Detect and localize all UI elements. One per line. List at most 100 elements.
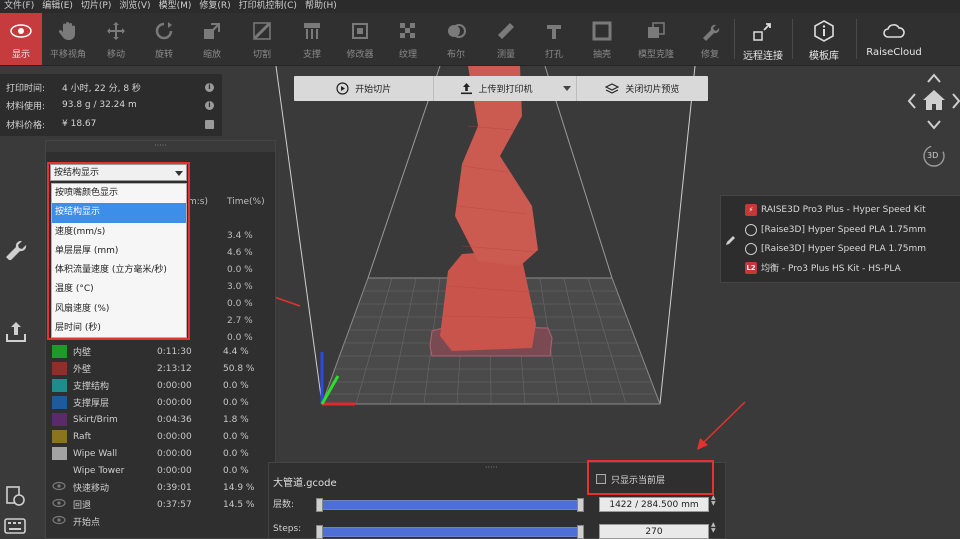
tool-rotate[interactable]: 旋转 [144, 13, 184, 65]
layer-slider-end-handle[interactable] [577, 498, 584, 512]
menu-model[interactable]: 模型(M) [155, 0, 196, 13]
info-icon[interactable]: i [205, 83, 214, 92]
close-preview-button[interactable]: 关闭切片预览 [577, 76, 708, 101]
tool-modifier[interactable]: 修改器 [340, 13, 380, 65]
layer-label: 层数: [273, 500, 295, 510]
tool-raisecloud[interactable]: RaiseCloud [864, 13, 924, 65]
line-type-color-swatch[interactable] [52, 413, 67, 426]
hidden-row-pct: 3.0 % [227, 282, 253, 292]
menu-edit[interactable]: 编辑(E) [38, 0, 77, 13]
line-type-color-swatch[interactable] [52, 430, 67, 443]
edit-icon[interactable] [725, 234, 737, 246]
home-icon[interactable] [923, 90, 945, 110]
layer-slider-start-handle[interactable] [316, 498, 323, 512]
tool-measure[interactable]: 测量 [486, 13, 526, 65]
visibility-eye-icon[interactable] [52, 515, 67, 528]
gcode-file-name: 大管道.gcode [273, 478, 337, 489]
line-type-percent: 0.0 % [223, 397, 249, 408]
menu-view[interactable]: 浏览(V) [115, 0, 154, 13]
drill-icon [542, 19, 566, 43]
tool-move[interactable]: 移动 [96, 13, 136, 65]
layer-value-field[interactable]: 1422 / 284.500 mm [599, 497, 709, 512]
slice-profile-row[interactable]: L2 均衡 - Pro3 Plus HS Kit - HS-PLA [745, 258, 901, 277]
menu-file[interactable]: 文件(F) [0, 0, 38, 13]
save-icon[interactable] [205, 120, 214, 129]
layers-icon [605, 82, 620, 94]
tool-rotate-label: 旋转 [154, 50, 173, 60]
tool-clone[interactable]: 模型克隆 [632, 13, 680, 65]
view-right-icon[interactable] [952, 93, 960, 109]
toolbar-divider [734, 19, 735, 59]
tool-hollow[interactable]: 抽壳 [582, 13, 622, 65]
stats-row: Wipe Tower 0:00:00 0.0 % [52, 462, 273, 479]
visibility-eye-icon[interactable] [52, 498, 67, 511]
tool-display[interactable]: 显示 [0, 13, 42, 65]
filament-label: [Raise3D] Hyper Speed PLA 1.75mm [761, 243, 927, 254]
keyboard-icon[interactable] [4, 518, 26, 537]
tool-model-library[interactable]: 模板库 [800, 13, 848, 65]
filament-row[interactable]: [Raise3D] Hyper Speed PLA 1.75mm [745, 220, 926, 239]
view-left-icon[interactable] [907, 93, 916, 109]
upload-dropdown-button[interactable] [558, 76, 577, 101]
tool-cut[interactable]: 切割 [242, 13, 282, 65]
menu-repair[interactable]: 修复(R) [195, 0, 234, 13]
line-type-color-swatch[interactable] [52, 464, 67, 477]
steps-slider[interactable] [317, 527, 583, 537]
support-icon [300, 19, 324, 43]
tool-scale[interactable]: 缩放 [192, 13, 232, 65]
line-type-color-swatch[interactable] [52, 447, 67, 460]
line-type-percent: 14.5 % [223, 499, 255, 510]
wrench-icon[interactable] [4, 236, 28, 263]
info-icon[interactable]: i [205, 101, 214, 110]
tool-repair[interactable]: 修复 [690, 13, 730, 65]
layer-slider[interactable] [317, 500, 583, 510]
model-lower-body [440, 250, 536, 351]
tool-texture[interactable]: 纹理 [388, 13, 428, 65]
gcode-file-icon[interactable] [4, 485, 26, 510]
filament-row[interactable]: [Raise3D] Hyper Speed PLA 1.75mm [745, 239, 926, 258]
visibility-eye-icon[interactable] [52, 481, 67, 494]
line-type-color-swatch[interactable] [52, 396, 67, 409]
stats-row: Wipe Wall 0:00:00 0.0 % [52, 445, 273, 462]
line-type-percent: 4.4 % [223, 346, 249, 357]
stats-row: 回退 0:37:57 14.5 % [52, 496, 273, 513]
rotate-icon [152, 19, 176, 43]
build-volume-edge [275, 66, 323, 405]
panel-grip[interactable]: ····· [485, 463, 498, 472]
tool-drill[interactable]: 打孔 [534, 13, 574, 65]
line-type-color-swatch[interactable] [52, 362, 67, 375]
export-icon[interactable] [4, 320, 28, 347]
view-down-icon[interactable] [927, 120, 941, 130]
line-type-color-swatch[interactable] [52, 345, 67, 358]
tool-support[interactable]: 支撑 [292, 13, 332, 65]
tool-repair-label: 修复 [700, 50, 719, 60]
line-type-color-swatch[interactable] [52, 379, 67, 392]
tool-pan[interactable]: 平移视角 [44, 13, 92, 65]
menu-help[interactable]: 帮助(H) [301, 0, 341, 13]
start-slice-button[interactable]: 开始切片 [294, 76, 435, 101]
line-type-time: 0:39:01 [157, 482, 192, 493]
panel-grip[interactable]: ····· [46, 141, 275, 152]
upload-printer-button[interactable]: 上传到打印机 [434, 76, 557, 101]
tool-remote[interactable]: 远程连接 [740, 13, 786, 65]
printer-profile-row[interactable]: ⚡ RAISE3D Pro3 Plus - Hyper Speed Kit [745, 200, 926, 219]
layer-stepper-icon[interactable]: ▲ ▼ [711, 495, 716, 507]
tool-boolean[interactable]: 布尔 [436, 13, 476, 65]
annotation-arrow [701, 401, 746, 445]
line-type-time: 0:00:00 [157, 431, 192, 442]
line-type-name: 开始点 [73, 518, 101, 528]
menu-slice[interactable]: 切片(P) [77, 0, 115, 13]
material-usage-value: 93.8 g / 32.24 m [62, 100, 137, 110]
material-price-value: ¥ 18.67 [62, 119, 97, 129]
texture-icon [396, 19, 420, 43]
line-type-name: Wipe Wall [73, 448, 118, 459]
line-type-name: 内壁 [73, 348, 92, 358]
steps-stepper-icon[interactable]: ▲ ▼ [711, 522, 716, 534]
wrench-icon [698, 19, 722, 43]
view-up-icon[interactable] [927, 73, 941, 83]
stats-row: 外壁 2:13:12 50.8 % [52, 360, 273, 377]
hidden-row-pct: 0.0 % [227, 265, 253, 275]
menu-printer-control[interactable]: 打印机控制(C) [235, 0, 301, 13]
main-toolbar: 显示 平移视角 移动 旋转 缩放 切割 支撑 修改器 纹理 布尔 测量 打孔 抽… [0, 13, 960, 66]
tool-clone-label: 模型克隆 [637, 50, 674, 60]
